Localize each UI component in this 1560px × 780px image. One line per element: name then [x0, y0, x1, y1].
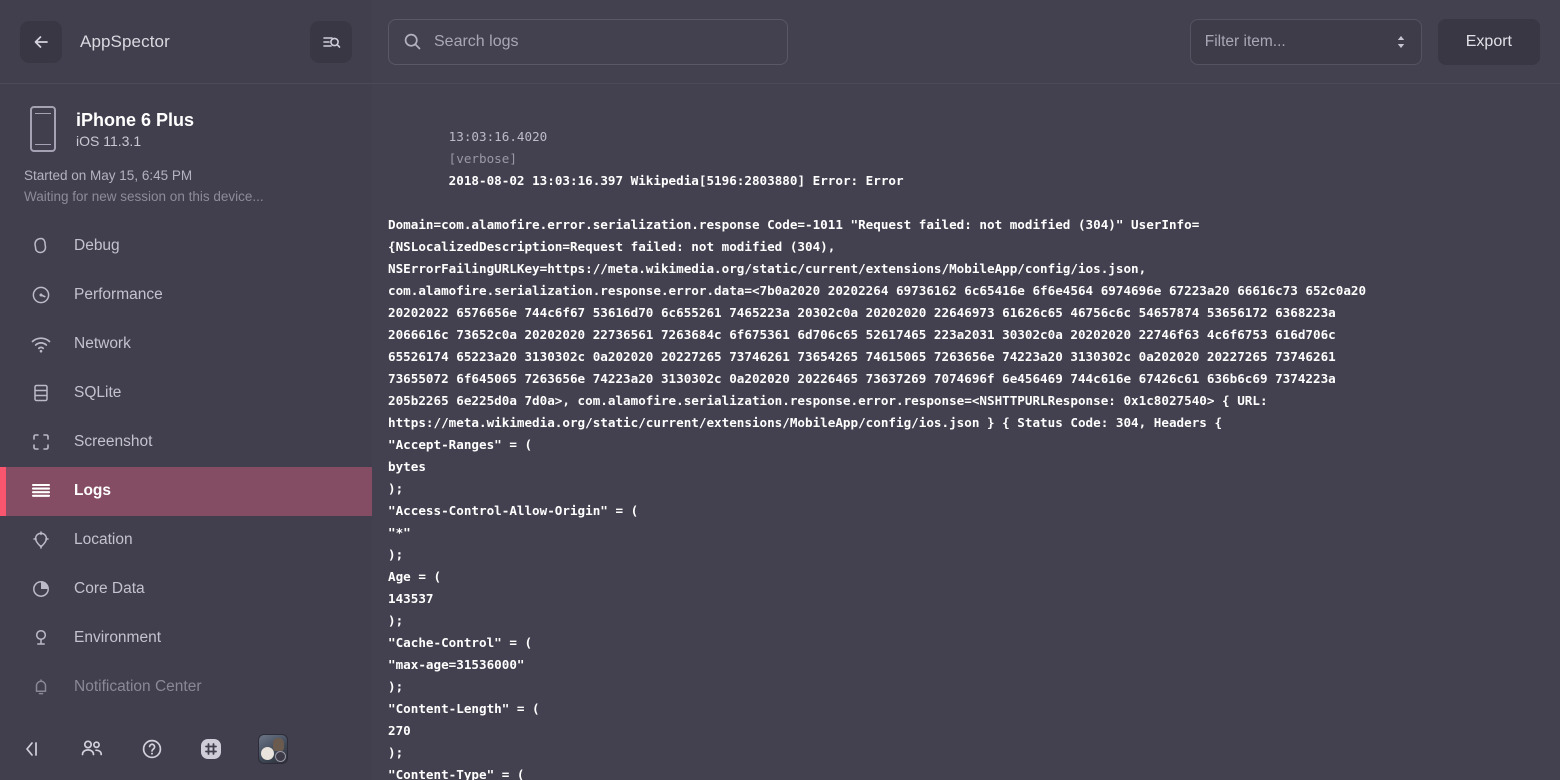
sidebar-item-notification-center[interactable]: Notification Center: [0, 663, 372, 712]
gauge-icon: [26, 284, 56, 306]
sidebar-item-network[interactable]: Network: [0, 320, 372, 369]
sidebar-item-label: Core Data: [74, 580, 145, 598]
filter-search-button[interactable]: [310, 20, 352, 63]
app-title: AppSpector: [80, 31, 170, 51]
sidebar-item-label: Notification Center: [74, 678, 202, 696]
log-line: 20202022 6576656e 744c6f67 53616d70 6c65…: [388, 305, 1336, 320]
log-line: "Content-Type" = (: [388, 767, 525, 780]
log-line: );: [388, 613, 404, 628]
sidebar-item-screenshot[interactable]: Screenshot: [0, 418, 372, 467]
sidebar-item-label: Location: [74, 531, 133, 549]
log-line: );: [388, 481, 404, 496]
device-block: iPhone 6 Plus iOS 11.3.1: [0, 84, 372, 152]
list-search-icon: [323, 36, 341, 48]
log-line: );: [388, 745, 404, 760]
main-panel: Filter item... Export 13:03:16.4020 [ver…: [372, 0, 1560, 780]
log-line: bytes: [388, 459, 426, 474]
sidebar-item-location[interactable]: Location: [0, 516, 372, 565]
wifi-icon: [26, 333, 56, 355]
log-line: {NSLocalizedDescription=Request failed: …: [388, 239, 836, 254]
log-line: "Accept-Ranges" = (: [388, 437, 533, 452]
session-info: Started on May 15, 6:45 PM Waiting for n…: [0, 152, 372, 208]
sidebar-header: AppSpector: [0, 0, 372, 84]
environment-pin-icon: [26, 627, 56, 649]
app-root: AppSpector iPhone 6 Plus iOS 11.3.1 Star…: [0, 0, 1560, 780]
session-waiting: Waiting for new session on this device..…: [24, 188, 264, 204]
sidebar-item-label: SQLite: [74, 384, 122, 402]
chevron-updown-icon: [1397, 35, 1404, 48]
logs-lines-icon: [26, 481, 56, 501]
phone-icon: [30, 106, 56, 152]
log-line: com.alamofire.serialization.response.err…: [388, 283, 1367, 298]
filter-item-select[interactable]: Filter item...: [1189, 18, 1422, 65]
log-output[interactable]: 13:03:16.4020 [verbose] 2018-08-02 13:03…: [372, 84, 1560, 780]
avatar-status-badge: [275, 751, 286, 762]
log-line: 2066616c 73652c0a 20202020 22736561 7263…: [388, 327, 1336, 342]
sidebar-item-sqlite[interactable]: SQLite: [0, 369, 372, 418]
log-line: );: [388, 547, 404, 562]
log-timestamp: 13:03:16.4020: [448, 129, 548, 144]
log-line: 143537: [388, 591, 434, 606]
sidebar: AppSpector iPhone 6 Plus iOS 11.3.1 Star…: [0, 0, 372, 780]
collapse-sidebar-icon[interactable]: [22, 739, 44, 759]
arrow-left-icon: [34, 35, 48, 48]
topbar: Filter item... Export: [372, 0, 1560, 84]
help-question-icon[interactable]: [140, 737, 164, 761]
log-line: "max-age=31536000": [388, 657, 525, 672]
sidebar-item-label: Screenshot: [74, 433, 153, 451]
log-message-head: 2018-08-02 13:03:16.397 Wikipedia[5196:2…: [448, 173, 904, 188]
log-line: );: [388, 679, 404, 694]
search-icon: [404, 33, 421, 50]
pie-chart-icon: [26, 578, 56, 600]
log-line-first: 13:03:16.4020 [verbose] 2018-08-02 13:03…: [388, 104, 1544, 214]
log-body: Domain=com.alamofire.error.serialization…: [388, 214, 1544, 780]
log-line: 65526174 65223a20 3130302c 0a202020 2022…: [388, 349, 1336, 364]
sidebar-item-core-data[interactable]: Core Data: [0, 565, 372, 614]
sidebar-item-label: Network: [74, 335, 131, 353]
sidebar-footer: [0, 718, 372, 780]
location-target-icon: [26, 529, 56, 551]
log-line: https://meta.wikimedia.org/static/curren…: [388, 415, 1223, 430]
device-os: iOS 11.3.1: [76, 133, 142, 150]
sidebar-item-label: Debug: [74, 237, 120, 255]
sidebar-nav: Debug Performance Network SQLite Screens…: [0, 222, 372, 718]
log-line: "*": [388, 525, 411, 540]
log-line: 205b2265 6e225d0a 7d0a>, com.alamofire.s…: [388, 393, 1268, 408]
team-people-icon[interactable]: [78, 738, 106, 760]
filter-item-label: Filter item...: [1204, 32, 1286, 50]
search-input[interactable]: [434, 32, 773, 51]
sidebar-item-label: Performance: [74, 286, 163, 304]
export-button[interactable]: Export: [1437, 18, 1540, 65]
sidebar-item-logs[interactable]: Logs: [0, 466, 372, 516]
log-line: "Content-Length" = (: [388, 701, 540, 716]
sidebar-item-performance[interactable]: Performance: [0, 271, 372, 320]
session-started: Started on May 15, 6:45 PM: [24, 168, 193, 183]
user-avatar[interactable]: [258, 734, 288, 764]
slack-icon[interactable]: [198, 736, 224, 762]
back-button[interactable]: [20, 20, 62, 63]
sidebar-item-label: Environment: [74, 629, 162, 647]
debug-bug-icon: [26, 235, 56, 257]
crop-frame-icon: [26, 431, 56, 453]
log-line: 73655072 6f645065 7263656e 74223a20 3130…: [388, 371, 1336, 386]
log-line: "Cache-Control" = (: [388, 635, 533, 650]
log-line: "Access-Control-Allow-Origin" = (: [388, 503, 639, 518]
bell-icon: [26, 676, 56, 698]
database-icon: [26, 382, 56, 404]
sidebar-item-environment[interactable]: Environment: [0, 614, 372, 663]
sidebar-item-debug[interactable]: Debug: [0, 222, 372, 271]
log-line: Domain=com.alamofire.error.serialization…: [388, 217, 1200, 232]
search-logs-field[interactable]: [388, 18, 788, 65]
log-line: Age = (: [388, 569, 442, 584]
log-line: NSErrorFailingURLKey=https://meta.wikime…: [388, 261, 1147, 276]
device-name: iPhone 6 Plus: [76, 109, 195, 130]
sidebar-item-label: Logs: [74, 482, 112, 500]
log-line: 270: [388, 723, 411, 738]
log-level: [verbose]: [448, 151, 517, 166]
